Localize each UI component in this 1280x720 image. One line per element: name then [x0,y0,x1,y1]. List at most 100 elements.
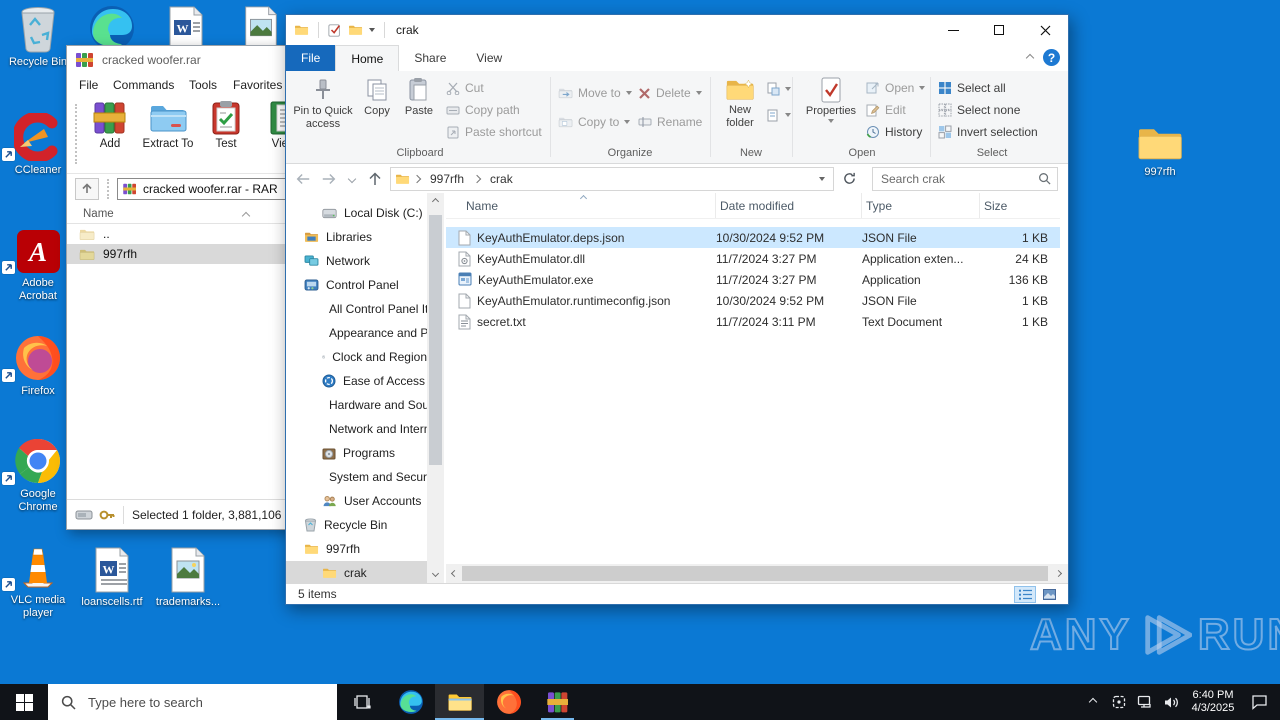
nav-item-997rfh[interactable]: 997rfh [286,537,427,561]
nav-item-system-security[interactable]: System and Security [286,465,427,489]
desktop-icon-trademarks[interactable]: trademarks... [152,545,224,609]
desktop-icon-997rfh[interactable]: 997rfh [1124,115,1196,179]
address-dropdown-icon[interactable] [819,176,825,181]
scrollbar-thumb[interactable] [462,566,1048,581]
properties-button[interactable]: Properties [802,74,860,150]
winrar-test-button[interactable]: Test [199,100,253,170]
taskbar-clock[interactable]: 6:40 PM 4/3/2025 [1184,689,1242,715]
breadcrumb-chevron-icon[interactable] [472,174,482,183]
move-to-button[interactable]: Move to [558,83,632,103]
select-none-button[interactable]: Select none [938,100,1020,120]
recent-locations-button[interactable] [344,168,360,190]
cut-button[interactable]: Cut [446,78,484,98]
copy-button[interactable]: Copy [356,74,398,150]
nav-scrollbar[interactable] [427,193,444,583]
scroll-down-button[interactable] [427,566,444,583]
nav-item-all-control-panel[interactable]: All Control Panel Items [286,297,427,321]
close-button[interactable] [1022,15,1068,45]
column-header-name[interactable]: Name [446,193,716,218]
address-bar[interactable]: 997rfh crak [390,166,834,191]
nav-item-user-accounts[interactable]: User Accounts [286,489,427,513]
search-input[interactable] [879,170,1038,187]
select-all-button[interactable]: Select all [938,78,1006,98]
menu-file[interactable]: File [79,78,113,92]
forward-button[interactable] [318,168,340,190]
scroll-up-button[interactable] [427,193,444,210]
nav-item-programs[interactable]: Programs [286,441,427,465]
winrar-extract-button[interactable]: Extract To [141,100,195,170]
nav-item-recycle-bin[interactable]: Recycle Bin [286,513,427,537]
rename-button[interactable]: Rename [638,112,702,132]
breadcrumb-997rfh[interactable]: 997rfh [424,172,470,186]
copy-to-button[interactable]: Copy to [558,112,631,132]
taskbar-search[interactable] [48,684,337,720]
desktop-icon-recycle-bin[interactable]: Recycle Bin [2,5,74,69]
open-button[interactable]: Open [866,78,926,98]
copy-path-button[interactable]: Copy path [446,100,520,120]
menu-favorites[interactable]: Favorites [233,78,291,92]
invert-selection-button[interactable]: Invert selection [938,122,1038,142]
file-row-secret-txt[interactable]: secret.txt 11/7/2024 3:11 PM Text Docume… [446,311,1060,332]
folder-icon[interactable] [294,24,309,36]
up-button[interactable] [364,168,386,190]
taskbar-winrar-button[interactable] [533,684,582,720]
search-box[interactable] [872,166,1058,191]
file-row-deps-json[interactable]: KeyAuthEmulator.deps.json 10/30/2024 9:5… [446,227,1060,248]
up-level-button[interactable] [75,178,99,200]
minimize-button[interactable] [930,15,976,45]
nav-item-appearance[interactable]: Appearance and Personalization [286,321,427,345]
paste-button[interactable]: Paste [398,74,440,150]
tab-share[interactable]: Share [399,45,461,71]
tab-home[interactable]: Home [335,45,400,71]
file-row-exe[interactable]: KeyAuthEmulator.exe 11/7/2024 3:27 PM Ap… [446,269,1060,290]
delete-button[interactable]: Delete [638,83,702,103]
tray-overflow-button[interactable] [1080,684,1106,720]
desktop-icon-image-top[interactable] [242,6,280,50]
new-item-button[interactable] [766,79,791,99]
desktop-icon-ccleaner[interactable]: CCleaner [2,113,74,177]
thumbnails-view-button[interactable] [1038,586,1060,603]
help-icon[interactable]: ? [1043,49,1060,66]
horizontal-scrollbar[interactable] [446,564,1068,583]
tray-network-button[interactable] [1132,684,1158,720]
nav-item-network-internet[interactable]: Network and Internet [286,417,427,441]
properties-quick-icon[interactable] [328,23,342,37]
refresh-button[interactable] [838,167,860,191]
history-button[interactable]: History [866,122,922,142]
column-header-date[interactable]: Date modified [716,193,862,218]
nav-item-clock-region[interactable]: Clock and Region [286,345,427,369]
column-header-size[interactable]: Size [980,193,1058,218]
taskbar-edge-button[interactable] [386,684,435,720]
tab-file[interactable]: File [286,45,336,71]
nav-item-libraries[interactable]: Libraries [286,225,427,249]
new-folder-button[interactable]: New folder [716,74,764,150]
details-view-button[interactable] [1014,585,1036,603]
collapse-ribbon-icon[interactable] [1025,53,1035,62]
new-folder-quick-icon[interactable] [348,24,363,36]
nav-item-hardware-sound[interactable]: Hardware and Sound [286,393,427,417]
desktop-icon-google-chrome[interactable]: Google Chrome [2,437,74,514]
taskbar-firefox-button[interactable] [484,684,533,720]
desktop-icon-firefox[interactable]: Firefox [2,334,74,398]
explorer-titlebar[interactable]: crak [286,15,1068,45]
file-row-dll[interactable]: KeyAuthEmulator.dll 11/7/2024 3:27 PM Ap… [446,248,1060,269]
nav-item-ease-of-access[interactable]: Ease of Access [286,369,427,393]
tray-connect-button[interactable] [1106,684,1132,720]
nav-item-local-disk[interactable]: Local Disk (C:) [286,201,427,225]
nav-item-network[interactable]: Network [286,249,427,273]
file-row-runtimeconfig[interactable]: KeyAuthEmulator.runtimeconfig.json 10/30… [446,290,1060,311]
desktop-icon-vlc[interactable]: VLC media player [2,543,74,620]
paste-shortcut-button[interactable]: Paste shortcut [446,122,542,142]
taskbar-search-input[interactable] [86,693,337,711]
action-center-button[interactable] [1242,684,1276,720]
task-view-button[interactable] [337,684,386,720]
maximize-button[interactable] [976,15,1022,45]
taskbar-explorer-button[interactable] [435,684,484,720]
start-button[interactable] [0,684,48,720]
tab-view[interactable]: View [461,45,517,71]
winrar-add-button[interactable]: Add [83,100,137,170]
breadcrumb-crak[interactable]: crak [484,172,519,186]
menu-commands[interactable]: Commands [113,78,189,92]
breadcrumb-chevron-icon[interactable] [412,174,422,183]
qat-customize-dropdown-icon[interactable] [369,28,375,32]
